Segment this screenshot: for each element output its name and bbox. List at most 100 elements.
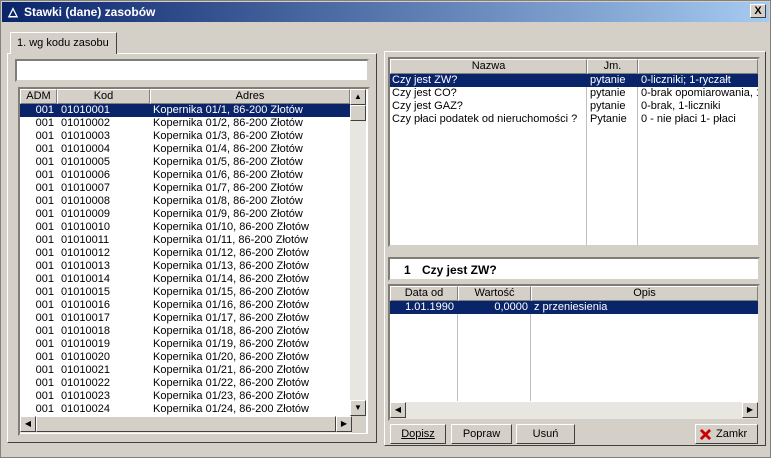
cell-adres: Kopernika 01/21, 86-200 Złotów	[153, 364, 309, 376]
param-row[interactable]: Czy jest ZW? pytanie 0-liczniki; 1-ryczałt	[390, 74, 758, 87]
cell-adm: 001	[35, 182, 54, 194]
resource-row[interactable]: 001 01010024 Kopernika 01/24, 86-200 Złotó…	[20, 403, 350, 416]
cell-adres: Kopernika 01/13, 86-200 Złotów	[153, 260, 309, 272]
resource-row[interactable]: 001 01010007 Kopernika 01/7, 86-200 Złotów	[20, 182, 350, 195]
param-row[interactable]: Czy płaci podatek od nieruchomości ? Pyta…	[390, 113, 758, 126]
param-row[interactable]: Czy jest CO? pytanie 0-brak opomiarowania,…	[390, 87, 758, 100]
resource-row[interactable]: 001 01010011 Kopernika 01/11, 86-200 Złotó…	[20, 234, 350, 247]
cell-kod: 01010024	[61, 403, 110, 415]
resource-row[interactable]: 001 01010002 Kopernika 01/2, 86-200 Złotów	[20, 117, 350, 130]
column-header-opis-param[interactable]	[638, 59, 758, 74]
cell-adres: Kopernika 01/19, 86-200 Złotów	[153, 338, 309, 350]
column-header-kod[interactable]: Kod	[57, 89, 150, 104]
resource-row[interactable]: 001 01010016 Kopernika 01/16, 86-200 Złotó…	[20, 299, 350, 312]
column-header-nazwa[interactable]: Nazwa	[390, 59, 587, 74]
cell-adm: 001	[35, 169, 54, 181]
red-x-icon	[700, 429, 711, 440]
cell-kod: 01010012	[61, 247, 110, 259]
cell-param-desc: 0-liczniki; 1-ryczałt	[641, 74, 731, 86]
close-button-label: Zamkr	[716, 428, 748, 440]
cell-kod: 01010004	[61, 143, 110, 155]
search-input[interactable]	[15, 59, 369, 82]
resource-row[interactable]: 001 01010001 Kopernika 01/1, 86-200 Złotów	[20, 104, 350, 117]
column-header-data-od[interactable]: Data od	[390, 286, 458, 301]
cell-adm: 001	[35, 273, 54, 285]
resource-list-vscroll[interactable]: ▲ ▼	[350, 89, 366, 416]
cell-adm: 001	[35, 351, 54, 363]
resource-row[interactable]: 001 01010023 Kopernika 01/23, 86-200 Złotó…	[20, 390, 350, 403]
rate-row[interactable]: 1.01.1990 0,0000 z przeniesienia	[390, 301, 758, 314]
resource-row[interactable]: 001 01010014 Kopernika 01/14, 86-200 Złotó…	[20, 273, 350, 286]
resource-row[interactable]: 001 01010019 Kopernika 01/19, 86-200 Złotó…	[20, 338, 350, 351]
cell-kod: 01010019	[61, 338, 110, 350]
params-list[interactable]: Nazwa Jm. Czy jest ZW? pytanie 0-liczniki;…	[390, 59, 758, 245]
cell-adm: 001	[35, 156, 54, 168]
column-header-jm[interactable]: Jm.	[587, 59, 638, 74]
resource-row[interactable]: 001 01010012 Kopernika 01/12, 86-200 Złotó…	[20, 247, 350, 260]
rates-list-hscroll[interactable]: ◀ ▶	[390, 402, 758, 419]
cell-adm: 001	[35, 143, 54, 155]
cell-kod: 01010016	[61, 299, 110, 311]
hscroll-thumb[interactable]	[406, 402, 742, 418]
resource-row[interactable]: 001 01010009 Kopernika 01/9, 86-200 Złotów	[20, 208, 350, 221]
cell-adm: 001	[35, 299, 54, 311]
cell-adres: Kopernika 01/1, 86-200 Złotów	[153, 104, 303, 116]
resource-row[interactable]: 001 01010010 Kopernika 01/10, 86-200 Złotó…	[20, 221, 350, 234]
vscroll-thumb[interactable]	[350, 105, 366, 121]
cell-kod: 01010023	[61, 390, 110, 402]
resource-row[interactable]: 001 01010021 Kopernika 01/21, 86-200 Złotó…	[20, 364, 350, 377]
edit-button[interactable]: Popraw	[451, 424, 512, 444]
cell-adres: Kopernika 01/5, 86-200 Złotów	[153, 156, 303, 168]
resource-row[interactable]: 001 01010013 Kopernika 01/13, 86-200 Złotó…	[20, 260, 350, 273]
window-title: Stawki (dane) zasobów	[24, 5, 156, 19]
cell-kod: 01010003	[61, 130, 110, 142]
scroll-up-icon[interactable]: ▲	[350, 89, 366, 105]
cell-kod: 01010008	[61, 195, 110, 207]
scroll-right-icon[interactable]: ▶	[336, 416, 352, 432]
resource-list-hscroll[interactable]: ◀ ▶	[20, 416, 366, 433]
scroll-right-icon[interactable]: ▶	[742, 402, 758, 418]
cell-adres: Kopernika 01/3, 86-200 Złotów	[153, 130, 303, 142]
resource-row[interactable]: 001 01010020 Kopernika 01/20, 86-200 Złotó…	[20, 351, 350, 364]
resource-list[interactable]: ADM Kod Adres 001 01010001 Kopernika 01/1,…	[20, 89, 350, 416]
tab-wg-kodu-zasobu[interactable]: 1. wg kodu zasobu	[10, 32, 117, 54]
resource-row[interactable]: 001 01010017 Kopernika 01/17, 86-200 Złotó…	[20, 312, 350, 325]
scroll-left-icon[interactable]: ◀	[390, 402, 406, 418]
column-header-opis[interactable]: Opis	[531, 286, 758, 301]
cell-adm: 001	[35, 390, 54, 402]
cell-kod: 01010021	[61, 364, 110, 376]
resource-row[interactable]: 001 01010005 Kopernika 01/5, 86-200 Złotów	[20, 156, 350, 169]
resource-row[interactable]: 001 01010006 Kopernika 01/6, 86-200 Złotów	[20, 169, 350, 182]
title-bar[interactable]: Stawki (dane) zasobów X	[2, 2, 769, 22]
delete-button[interactable]: Usuń	[516, 424, 575, 444]
cell-adres: Kopernika 01/18, 86-200 Złotów	[153, 325, 309, 337]
cell-adres: Kopernika 01/16, 86-200 Złotów	[153, 299, 309, 311]
resource-row[interactable]: 001 01010022 Kopernika 01/22, 86-200 Złotó…	[20, 377, 350, 390]
window-close-button[interactable]: X	[750, 4, 766, 18]
add-button[interactable]: Dopisz	[390, 424, 446, 444]
rates-list[interactable]: Data od Wartość Opis 1.01.1990 0,0000 z pr…	[390, 286, 758, 401]
cell-adm: 001	[35, 195, 54, 207]
hscroll-thumb[interactable]	[36, 416, 336, 432]
resource-row[interactable]: 001 01010003 Kopernika 01/3, 86-200 Złotów	[20, 130, 350, 143]
close-button[interactable]: Zamkr	[695, 424, 758, 444]
resource-row[interactable]: 001 01010015 Kopernika 01/15, 86-200 Złotó…	[20, 286, 350, 299]
cell-kod: 01010005	[61, 156, 110, 168]
cell-jm: pytanie	[590, 100, 626, 112]
cell-adm: 001	[35, 325, 54, 337]
param-row[interactable]: Czy jest GAZ? pytanie 0-brak, 1-liczniki	[390, 100, 758, 113]
column-header-wartosc[interactable]: Wartość	[458, 286, 531, 301]
scroll-down-icon[interactable]: ▼	[350, 400, 366, 416]
cell-kod: 01010006	[61, 169, 110, 181]
column-header-adres[interactable]: Adres	[150, 89, 350, 104]
resource-row[interactable]: 001 01010004 Kopernika 01/4, 86-200 Złotów	[20, 143, 350, 156]
cell-adm: 001	[35, 130, 54, 142]
resource-row[interactable]: 001 01010018 Kopernika 01/18, 86-200 Złotó…	[20, 325, 350, 338]
scroll-left-icon[interactable]: ◀	[20, 416, 36, 432]
cell-param-desc: 0 - nie płaci 1- płaci	[641, 113, 736, 125]
cell-adm: 001	[35, 208, 54, 220]
cell-adm: 001	[35, 221, 54, 233]
column-header-adm[interactable]: ADM	[20, 89, 57, 104]
close-icon: X	[754, 5, 762, 17]
resource-row[interactable]: 001 01010008 Kopernika 01/8, 86-200 Złotów	[20, 195, 350, 208]
